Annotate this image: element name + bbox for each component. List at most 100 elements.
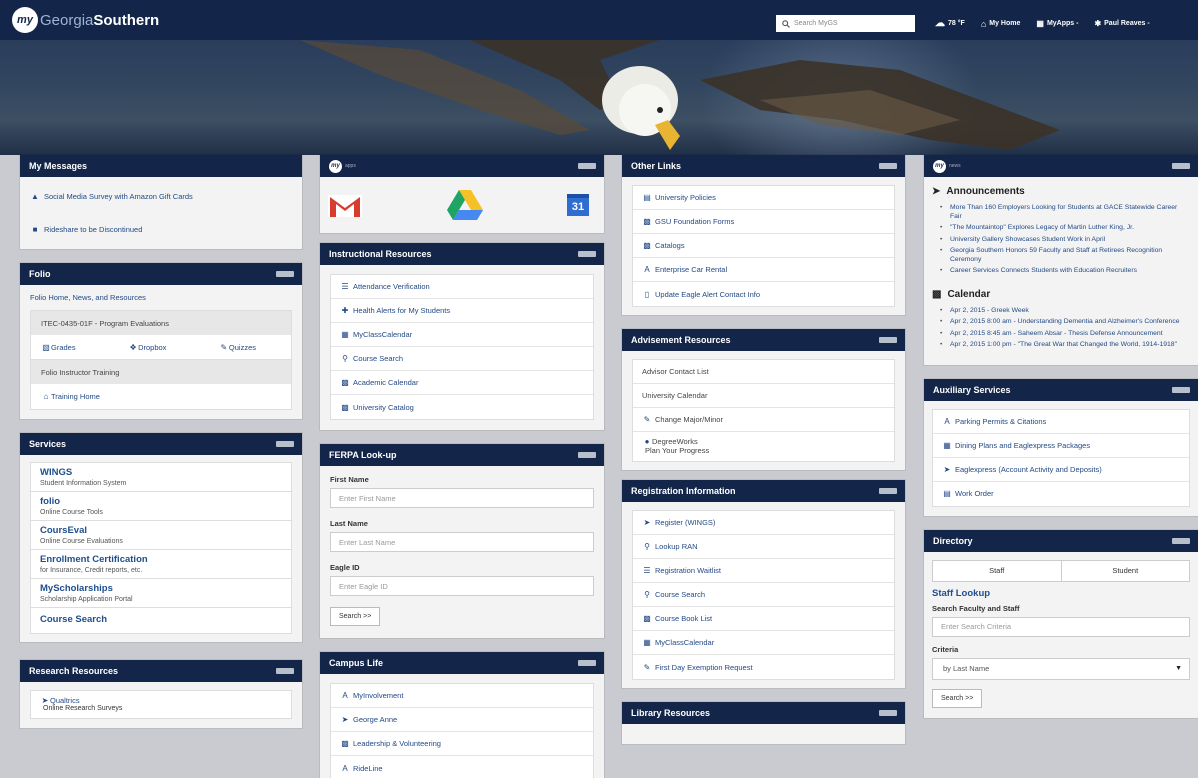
service-wings[interactable]: WINGS Student Information System [31,463,291,492]
academic-calendar-link[interactable]: ▩ Academic Calendar [331,371,593,395]
eagle-id-input[interactable]: Enter Eagle ID [330,576,594,596]
card-icon: ➤ [943,464,951,474]
george-anne-link[interactable]: ➤ George Anne [331,708,593,732]
registration-title: Registration Information [631,486,736,496]
calendar-item[interactable]: Apr 2, 2015 1:00 pm - "The Great War tha… [940,341,1190,350]
home-icon: ⌂ [43,392,49,401]
collapse-icon[interactable] [879,163,897,169]
folio-course-header[interactable]: ITEC-0435-01F - Program Evaluations [31,311,291,335]
mygeorgiasouthern-logo[interactable]: my GeorgiaSouthern [12,7,159,33]
service-myscholarships[interactable]: MyScholarships Scholarship Application Po… [31,579,291,608]
announcement-item[interactable]: "The Mountaintop" Explores Legacy of Mar… [940,224,1190,233]
library-resources-panel: Library Resources [622,702,905,744]
dining-plans-link[interactable]: ▦ Dining Plans and Eaglexpress Packages [933,434,1189,458]
leadership-volunteering-link[interactable]: ▩ Leadership & Volunteering [331,732,593,756]
service-folio[interactable]: folio Online Course Tools [31,492,291,521]
last-name-input[interactable]: Enter Last Name [330,532,594,552]
change-major-minor-link[interactable]: ✎ Change Major/Minor [633,408,894,432]
announcement-item[interactable]: More Than 160 Employers Looking for Stud… [940,204,1190,221]
collapse-icon[interactable] [1172,386,1190,393]
tab-staff[interactable]: Staff [933,560,1061,581]
message-item[interactable]: ▲ Social Media Survey with Amazon Gift C… [30,186,292,206]
myinvolvement-link[interactable]: A MyInvolvement [331,684,593,708]
collapse-icon[interactable] [1172,537,1190,544]
folio-training-header[interactable]: Folio Instructor Training [31,360,291,384]
gmail-icon[interactable] [328,193,362,217]
announcement-item[interactable]: Georgia Southern Honors 59 Faculty and S… [940,247,1190,264]
university-calendar-link[interactable]: University Calendar [633,384,894,408]
course-book-list-link[interactable]: ▩ Course Book List [633,607,894,631]
calendar-item[interactable]: Apr 2, 2015 - Greek Week [940,307,1190,316]
auxiliary-services-panel: Auxiliary Services A Parking Permits & Ci… [924,378,1198,516]
calendar-item[interactable]: Apr 2, 2015 8:45 am - Saheem Absar - The… [940,330,1190,339]
pin-icon: ● [644,437,650,446]
attendance-verification-link[interactable]: ☰ Attendance Verification [331,275,593,299]
myclasscalendar-link[interactable]: ▦ MyClassCalendar [331,323,593,347]
health-alerts-link[interactable]: ✚ Health Alerts for My Students [331,299,593,323]
rideline-link[interactable]: A RideLine [331,756,593,778]
first-name-input[interactable]: Enter First Name [330,488,594,508]
collapse-icon[interactable] [578,660,596,666]
collapse-icon[interactable] [879,710,897,716]
register-wings-link[interactable]: ➤ Register (WINGS) [633,511,894,535]
weather-widget[interactable]: ☁ 78 °F [935,18,965,29]
parking-permits-link[interactable]: A Parking Permits & Citations [933,410,1189,434]
degreeworks-link[interactable]: ● DegreeWorks Plan Your Progress [633,432,894,461]
catalogs-link[interactable]: ▩ Catalogs [633,234,894,258]
drive-icon[interactable] [446,190,483,220]
bullhorn-icon: ➤ [932,186,941,197]
criteria-select[interactable]: by Last Name ▼ [932,657,1190,680]
advisor-contact-list-link[interactable]: Advisor Contact List [633,360,894,384]
collapse-icon[interactable] [1172,163,1190,169]
collapse-icon[interactable] [276,271,294,277]
my-home-link[interactable]: ⌂ My Home [981,19,1021,29]
user-menu[interactable]: ✱ Paul Reaves - [1094,19,1149,28]
folio-home-link[interactable]: Folio Home, News, and Resources [30,293,292,302]
folio-panel: Folio Folio Home, News, and Resources IT… [20,263,302,419]
collapse-icon[interactable] [276,668,294,674]
tab-student[interactable]: Student [1060,560,1189,581]
qualtrics-link[interactable]: ➤ Qualtrics Online Research Surveys [31,691,291,718]
training-home-link[interactable]: ⌂ Training Home [31,384,291,409]
eaglexpress-account-link[interactable]: ➤ Eaglexpress (Account Activity and Depos… [933,458,1189,482]
work-order-link[interactable]: ▤ Work Order [933,482,1189,506]
service-course-search[interactable]: Course Search [31,608,291,633]
registration-waitlist-link[interactable]: ☰ Registration Waitlist [633,559,894,583]
service-enrollment-certification[interactable]: Enrollment Certification for Insurance, C… [31,550,291,579]
gsu-foundation-forms-link[interactable]: ▩ GSU Foundation Forms [633,210,894,234]
ferpa-search-button[interactable]: Search >> [330,607,381,626]
myclasscalendar-link[interactable]: ▦ MyClassCalendar [633,631,894,655]
search-input[interactable]: Search MyGS [776,15,915,32]
library-title: Library Resources [631,708,711,718]
collapse-icon[interactable] [879,337,897,343]
message-item[interactable]: ■ Rideshare to be Discontinued [30,219,292,239]
announcement-item[interactable]: University Gallery Showcases Student Wor… [940,236,1190,245]
dropbox-link[interactable]: ❖Dropbox [128,343,166,352]
course-search-link[interactable]: ⚲ Course Search [633,583,894,607]
collapse-icon[interactable] [276,441,294,447]
directory-search-button[interactable]: Search >> [932,688,983,708]
first-day-exemption-link[interactable]: ✎ First Day Exemption Request [633,655,894,679]
calendar-item[interactable]: Apr 2, 2015 8:00 am - Understanding Deme… [940,318,1190,327]
collapse-icon[interactable] [879,488,897,494]
bullhorn-icon: ➤ [643,518,651,527]
quizzes-link[interactable]: ✎ Quizzes [219,343,256,352]
collapse-icon[interactable] [578,251,596,257]
calendar-icon[interactable]: 31 [567,194,589,216]
announcement-item[interactable]: Career Services Connects Students with E… [940,267,1190,276]
lookup-ran-link[interactable]: ⚲ Lookup RAN [633,535,894,559]
top-navigation-bar: my GeorgiaSouthern Search MyGS ☁ 78 °F ⌂… [0,0,1198,40]
grades-link[interactable]: ▧Grades [41,343,75,352]
update-eagle-alert-link[interactable]: ▯ Update Eagle Alert Contact Info [633,282,894,306]
university-policies-link[interactable]: ▤ University Policies [633,186,894,210]
enterprise-car-rental-link[interactable]: A Enterprise Car Rental [633,258,894,282]
course-search-link[interactable]: ⚲ Course Search [331,347,593,371]
research-title: Research Resources [29,666,119,676]
collapse-icon[interactable] [578,452,596,458]
directory-search-input[interactable]: Enter Search Criteria [932,616,1190,637]
my-apps-menu[interactable]: ▦ MyApps - [1036,19,1078,28]
university-catalog-link[interactable]: ▩ University Catalog [331,395,593,419]
pencil-icon: ✎ [643,662,651,672]
collapse-icon[interactable] [578,163,596,169]
service-courseval[interactable]: CoursEval Online Course Evaluations [31,521,291,550]
